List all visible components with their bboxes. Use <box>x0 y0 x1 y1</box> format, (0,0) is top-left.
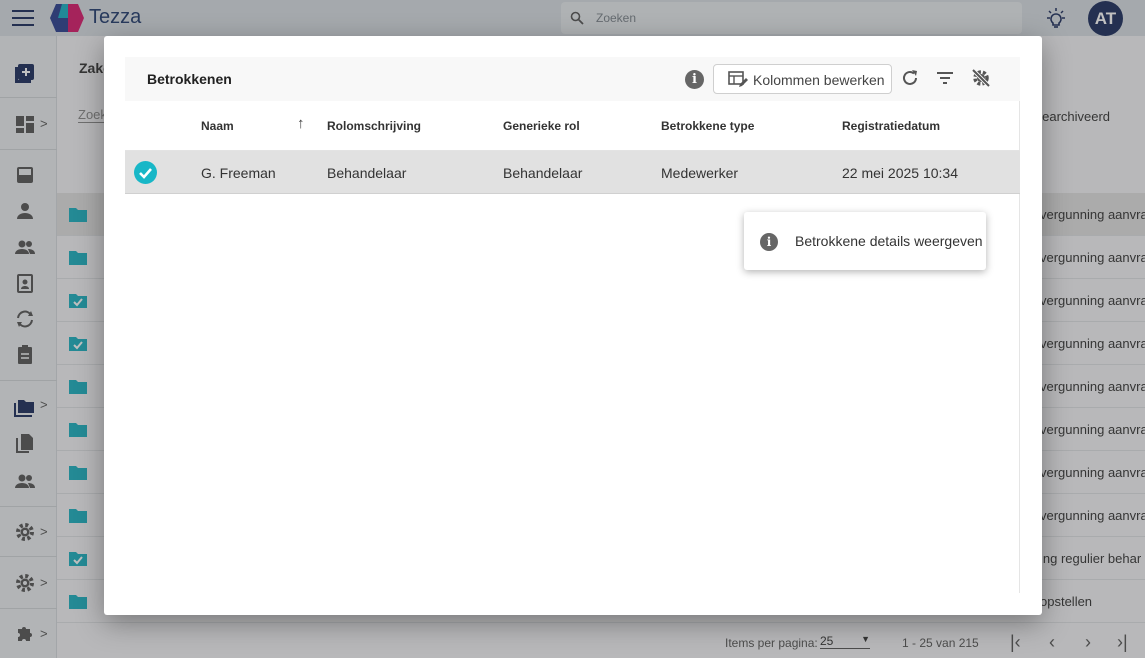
refresh-icon[interactable] <box>900 68 920 88</box>
cell-generieke-rol: Behandelaar <box>503 165 583 181</box>
info-icon: i <box>760 233 778 251</box>
table-edit-icon <box>728 71 748 87</box>
betrokkenen-panel: Betrokkenen i Kolommen bewerken Naam ↑ R… <box>125 57 1020 593</box>
cell-betrokkene-type: Medewerker <box>661 165 739 181</box>
column-header-naam[interactable]: Naam <box>201 119 234 133</box>
cell-naam: G. Freeman <box>201 165 276 181</box>
dialog-header: Betrokkenen i Kolommen bewerken <box>125 57 1020 101</box>
menu-item-label: Betrokkene details weergeven <box>795 233 983 249</box>
column-header-betrokkene-type[interactable]: Betrokkene type <box>661 119 754 133</box>
sort-ascending-icon[interactable]: ↑ <box>297 115 305 132</box>
edit-columns-button[interactable]: Kolommen bewerken <box>713 64 892 94</box>
column-header-generieke-rol[interactable]: Generieke rol <box>503 119 580 133</box>
info-icon[interactable]: i <box>685 70 704 89</box>
cell-rolomschrijving: Behandelaar <box>327 165 407 181</box>
edit-columns-label: Kolommen bewerken <box>753 72 885 88</box>
filter-icon[interactable] <box>935 68 955 88</box>
column-header-registratiedatum[interactable]: Registratiedatum <box>842 119 940 133</box>
column-header-rolomschrijving[interactable]: Rolomschrijving <box>327 119 421 133</box>
row-context-menu: i Betrokkene details weergeven <box>744 212 986 270</box>
show-participant-details-menu-item[interactable]: i Betrokkene details weergeven <box>744 220 986 262</box>
dialog-title: Betrokkenen <box>147 71 232 87</box>
betrokkenen-dialog: Betrokkenen i Kolommen bewerken Naam ↑ R… <box>104 36 1042 615</box>
cell-registratiedatum: 22 mei 2025 10:34 <box>842 165 958 181</box>
table-row[interactable]: G. Freeman Behandelaar Behandelaar Medew… <box>125 151 1020 194</box>
table-header: Naam ↑ Rolomschrijving Generieke rol Bet… <box>125 101 1020 151</box>
settings-off-icon[interactable] <box>971 68 991 88</box>
row-selected-check-icon[interactable] <box>134 161 157 184</box>
